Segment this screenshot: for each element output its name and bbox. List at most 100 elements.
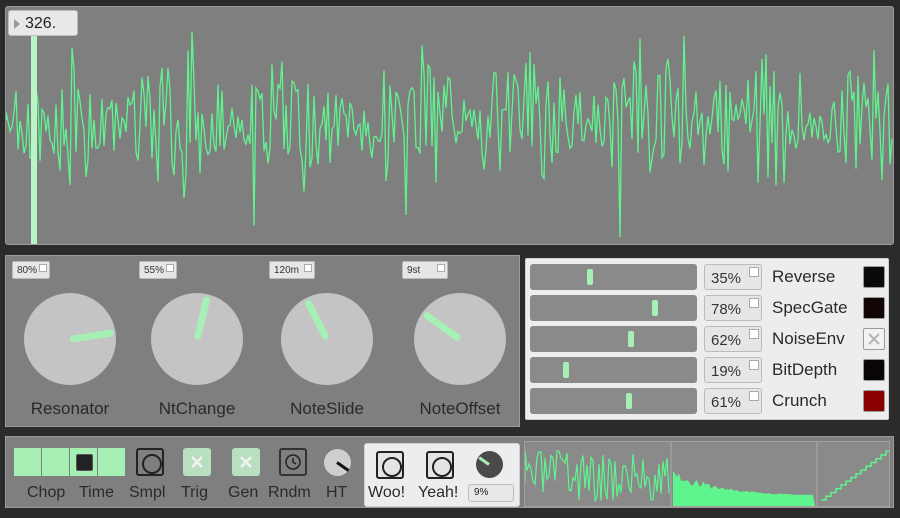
ntchange-value-box[interactable]: 55% (139, 261, 177, 279)
ntchange-label: NtChange (158, 399, 236, 418)
chop-label: Chop (27, 484, 66, 501)
knob-indicator (336, 461, 350, 472)
resonator-value-box[interactable]: 80% (12, 261, 50, 279)
chop-step-1[interactable] (14, 448, 41, 476)
smpl-label: Smpl (129, 484, 166, 501)
slider-row-crunch: 61% Crunch (526, 386, 890, 414)
specgate-value: 78% (711, 301, 742, 318)
slider-panel: 35% Reverse 78% SpecGate 62% NoiseEnv 19… (525, 258, 889, 420)
rndm-label: Rndm (268, 484, 311, 501)
crunch-slider[interactable] (530, 388, 697, 414)
bitdepth-value-box[interactable]: 19% (704, 357, 762, 383)
knob-indicator (193, 295, 211, 340)
mix-value: 9% (474, 487, 489, 498)
specgate-toggle[interactable] (863, 297, 885, 319)
bitdepth-label: BitDepth (772, 360, 838, 379)
playhead-line[interactable] (31, 27, 37, 244)
slider-thumb[interactable] (627, 331, 634, 347)
knob-indicator (69, 328, 115, 343)
woo-label: Woo! (368, 484, 406, 501)
gen-label: Gen (228, 484, 259, 501)
chop-step-2[interactable] (42, 448, 69, 476)
noteslide-value: 120m (274, 265, 300, 276)
noiseenv-toggle[interactable] (863, 328, 885, 350)
waveform-display[interactable] (6, 7, 893, 244)
value-box-corner (749, 360, 759, 370)
slider-thumb[interactable] (651, 300, 658, 316)
noteoffset-value-box[interactable]: 9st (402, 261, 448, 279)
bottom-panel: Chop Time Smpl Trig Gen Rndm HT Woo! Yea… (5, 436, 894, 508)
noteoffset-knob[interactable] (414, 293, 506, 385)
yeah-button[interactable] (426, 451, 454, 479)
bitdepth-toggle[interactable] (863, 359, 885, 381)
slider-row-specgate: 78% SpecGate (526, 293, 890, 321)
spectrum-display (524, 441, 890, 507)
chop-step-3[interactable] (70, 448, 97, 476)
waveform-trace (6, 31, 893, 238)
value-box-corner (749, 391, 759, 401)
rndm-button[interactable] (279, 448, 307, 476)
play-triangle-icon (14, 19, 20, 29)
ht-knob[interactable] (324, 449, 351, 476)
trig-label: Trig (181, 484, 208, 501)
noteoffset-value: 9st (407, 265, 421, 276)
spectrum-graphic (525, 442, 889, 506)
value-box-corner (166, 264, 174, 272)
time-label: Time (79, 484, 114, 501)
reverse-toggle[interactable] (863, 266, 885, 288)
noteslide-value-box[interactable]: 120m (269, 261, 315, 279)
gen-button[interactable] (232, 448, 260, 476)
bitdepth-value: 19% (711, 363, 742, 380)
trig-button[interactable] (183, 448, 211, 476)
resonator-knob[interactable] (24, 293, 116, 385)
crunch-value: 61% (711, 394, 742, 411)
knob-indicator (303, 298, 331, 341)
slider-thumb[interactable] (586, 269, 593, 285)
slider-thumb[interactable] (626, 393, 633, 409)
crunch-toggle[interactable] (863, 390, 885, 412)
mix-value-box[interactable]: 9% (468, 484, 514, 502)
resonator-label: Resonator (30, 399, 110, 418)
reverse-value: 35% (711, 270, 742, 287)
slider-row-reverse: 35% Reverse (526, 262, 890, 290)
woo-yeah-group: Woo! Yeah! 9% (364, 443, 520, 507)
ht-label: HT (326, 484, 348, 501)
value-box-corner (749, 329, 759, 339)
mix-knob[interactable] (476, 451, 503, 478)
noiseenv-value-box[interactable]: 62% (704, 326, 762, 352)
reverse-value-box[interactable]: 35% (704, 264, 762, 290)
noteoffset-label: NoteOffset (419, 399, 501, 418)
x-icon (240, 456, 252, 468)
x-icon (191, 456, 203, 468)
chop-step-marker (76, 454, 93, 471)
value-box-corner (304, 264, 312, 272)
ntchange-knob[interactable] (151, 293, 243, 385)
slider-thumb[interactable] (562, 362, 569, 378)
noiseenv-slider[interactable] (530, 326, 697, 352)
circle-icon (432, 457, 452, 477)
knob-panel: 80% Resonator 55% NtChange 120m NoteSlid… (5, 255, 520, 427)
noteslide-label: NoteSlide (290, 399, 364, 418)
specgate-slider[interactable] (530, 295, 697, 321)
circle-icon (142, 454, 162, 474)
bitdepth-slider[interactable] (530, 357, 697, 383)
chop-step-4[interactable] (98, 448, 125, 476)
x-icon (868, 333, 880, 345)
spectrum-stair-trace (821, 450, 889, 501)
playhead-readout[interactable]: 326. (8, 10, 78, 36)
smpl-button[interactable] (136, 448, 164, 476)
noteslide-knob[interactable] (281, 293, 373, 385)
woo-button[interactable] (376, 451, 404, 479)
knob-indicator (478, 456, 490, 466)
slider-row-noiseenv: 62% NoiseEnv (526, 324, 890, 352)
clock-icon (285, 454, 301, 470)
value-box-corner (749, 267, 759, 277)
reverse-label: Reverse (772, 267, 836, 286)
waveform-panel[interactable]: 326. (5, 6, 894, 245)
value-box-corner (749, 298, 759, 308)
spectrum-area (673, 470, 815, 506)
spectrum-wave-trace (525, 449, 670, 502)
reverse-slider[interactable] (530, 264, 697, 290)
crunch-value-box[interactable]: 61% (704, 388, 762, 414)
specgate-value-box[interactable]: 78% (704, 295, 762, 321)
